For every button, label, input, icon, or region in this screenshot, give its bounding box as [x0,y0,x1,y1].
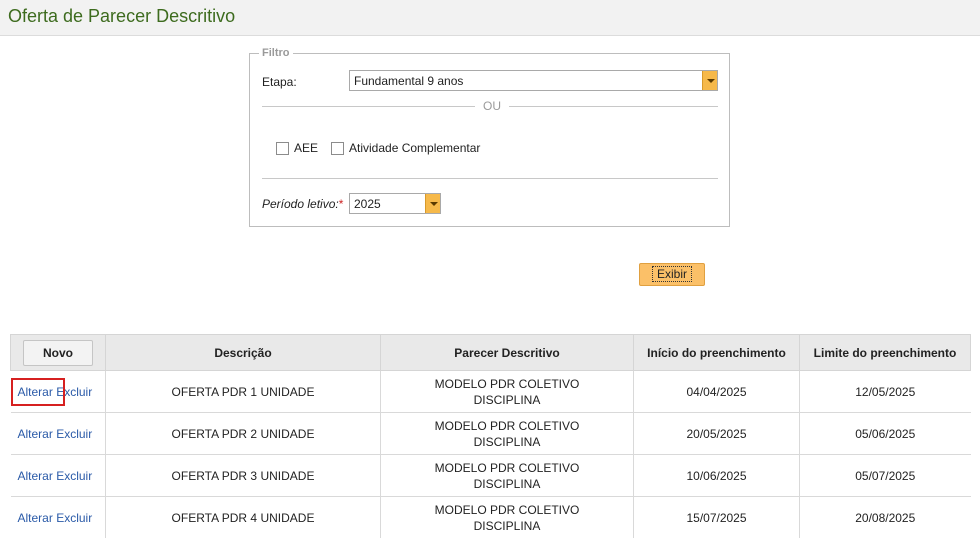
parecer-line: MODELO PDR COLETIVO [434,376,580,391]
descricao-cell: OFERTA PDR 3 UNIDADE [105,454,381,497]
page-header: Oferta de Parecer Descritivo [0,0,980,36]
exibir-button-label: Exibir [651,266,693,282]
etapa-select-value: Fundamental 9 anos [354,74,464,88]
actions-cell: Alterar Excluir [10,496,106,538]
parecer-line: MODELO PDR COLETIVO [434,418,580,433]
required-marker: * [338,197,344,211]
excluir-link[interactable]: Excluir [56,511,92,525]
excluir-link[interactable]: Excluir [56,385,92,399]
parecer-cell: MODELO PDR COLETIVO DISCIPLINA [380,454,634,497]
periodo-select-value: 2025 [354,197,381,211]
excluir-link[interactable]: Excluir [56,469,92,483]
novo-header-cell: Novo [10,334,106,371]
parecer-cell: MODELO PDR COLETIVO DISCIPLINA [380,370,634,413]
atividade-complementar-label: Atividade Complementar [349,141,481,155]
limite-cell: 05/06/2025 [799,412,971,455]
table-row: Alterar Excluir OFERTA PDR 2 UNIDADE MOD… [10,412,971,455]
or-label: OU [475,99,509,113]
alterar-link[interactable]: Alterar [18,385,53,399]
table-row: Alterar Excluir OFERTA PDR 1 UNIDADE MOD… [10,370,971,413]
novo-button[interactable]: Novo [23,339,93,366]
etapa-label: Etapa: [262,75,297,89]
inicio-cell: 04/04/2025 [633,370,800,413]
actions-cell: Alterar Excluir [10,412,106,455]
table-header-row: Novo Descrição Parecer Descritivo Início… [10,334,971,371]
divider [262,178,718,179]
column-header-descricao: Descrição [105,334,381,371]
column-header-parecer: Parecer Descritivo [380,334,634,371]
parecer-cell: MODELO PDR COLETIVO DISCIPLINA [380,412,634,455]
parecer-line: DISCIPLINA [473,518,541,533]
limite-cell: 05/07/2025 [799,454,971,497]
actions-cell: Alterar Excluir [10,454,106,497]
table-row: Alterar Excluir OFERTA PDR 4 UNIDADE MOD… [10,496,971,538]
actions-cell: Alterar Excluir [10,370,106,413]
alterar-link[interactable]: Alterar [18,511,53,525]
parecer-line: MODELO PDR COLETIVO [434,502,580,517]
page-title: Oferta de Parecer Descritivo [8,6,236,26]
exibir-button[interactable]: Exibir [639,263,705,286]
parecer-line: MODELO PDR COLETIVO [434,460,580,475]
alterar-link[interactable]: Alterar [18,469,53,483]
descricao-cell: OFERTA PDR 4 UNIDADE [105,496,381,538]
limite-cell: 12/05/2025 [799,370,971,413]
parecer-line: DISCIPLINA [473,392,541,407]
inicio-cell: 15/07/2025 [633,496,800,538]
periodo-select[interactable]: 2025 [349,193,441,214]
parecer-line: DISCIPLINA [473,476,541,491]
parecer-line: DISCIPLINA [473,434,541,449]
descricao-cell: OFERTA PDR 1 UNIDADE [105,370,381,413]
aee-checkbox[interactable] [276,142,289,155]
inicio-cell: 20/05/2025 [633,412,800,455]
limite-cell: 20/08/2025 [799,496,971,538]
chevron-down-icon[interactable] [425,194,440,213]
column-header-inicio: Início do preenchimento [633,334,800,371]
excluir-link[interactable]: Excluir [56,427,92,441]
aee-label: AEE [294,141,319,155]
inicio-cell: 10/06/2025 [633,454,800,497]
atividade-complementar-checkbox[interactable] [331,142,344,155]
etapa-select[interactable]: Fundamental 9 anos [349,70,718,91]
ofertas-table: Novo Descrição Parecer Descritivo Início… [10,334,971,538]
periodo-label: Período letivo:* [262,197,343,211]
descricao-cell: OFERTA PDR 2 UNIDADE [105,412,381,455]
chevron-down-icon[interactable] [702,71,717,90]
column-header-limite: Limite do preenchimento [799,334,971,371]
filter-panel: Filtro Etapa: Fundamental 9 anos OU AEE … [249,47,730,227]
periodo-label-text: Período letivo: [262,197,339,211]
parecer-cell: MODELO PDR COLETIVO DISCIPLINA [380,496,634,538]
alterar-link[interactable]: Alterar [18,427,53,441]
table-row: Alterar Excluir OFERTA PDR 3 UNIDADE MOD… [10,454,971,497]
filter-legend: Filtro [259,47,293,59]
